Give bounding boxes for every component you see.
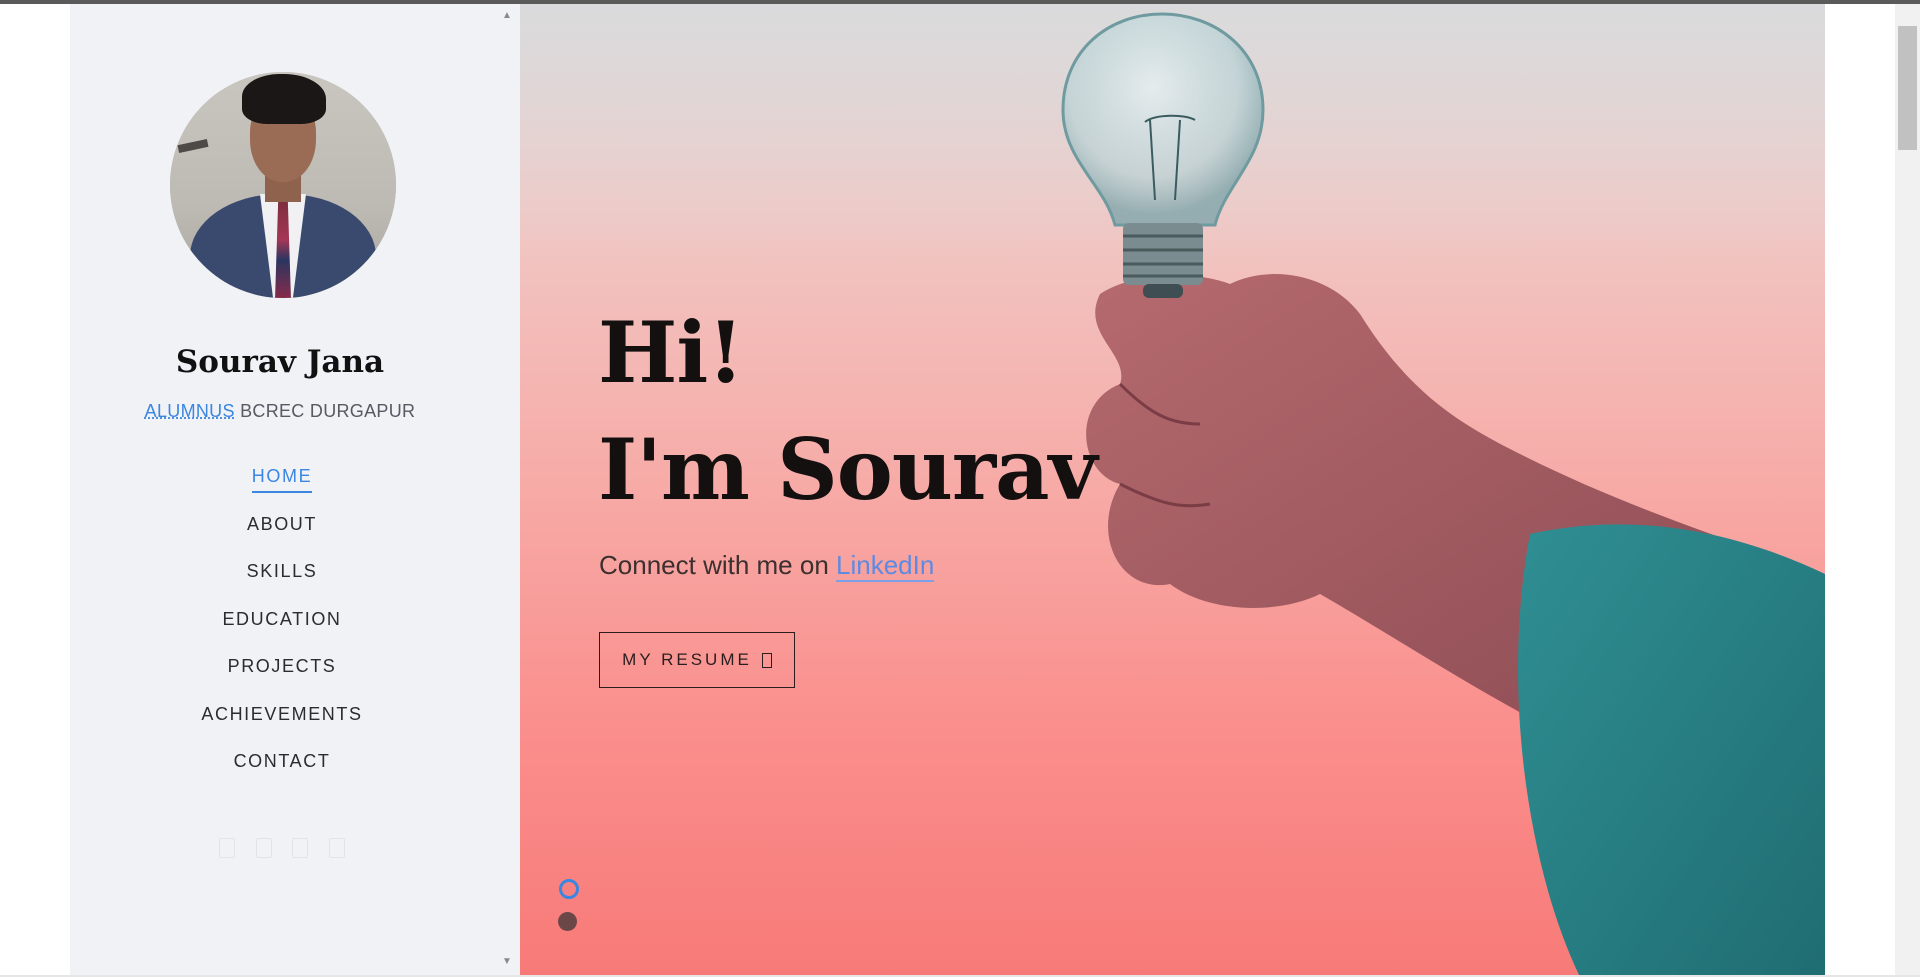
- download-icon: [761, 652, 772, 668]
- nav-item-contact[interactable]: CONTACT: [234, 751, 331, 776]
- hero-banner: Hi! I'm Sourav Connect with me on Linked…: [520, 4, 1825, 977]
- nav-item-home[interactable]: HOME: [251, 466, 313, 493]
- hand-image: [1086, 274, 1825, 977]
- lightbulb-image: [1061, 12, 1265, 298]
- twitter-icon[interactable]: [255, 838, 272, 858]
- nav-item-achievements[interactable]: ACHIEVEMENTS: [201, 704, 362, 729]
- hero-heading: Hi! I'm Sourav: [598, 294, 1097, 528]
- sidebar-scroll-up-arrow[interactable]: ▲: [499, 10, 515, 22]
- linkedin-icon[interactable]: [292, 838, 309, 858]
- subtitle-text: BCREC DURGAPUR: [234, 401, 416, 421]
- connect-text: Connect with me on LinkedIn: [599, 550, 935, 582]
- sidebar: ▲ Sourav Jana ALUMNUS BCREC DURGAPUR HOM…: [70, 4, 520, 977]
- page-scrollbar-thumb[interactable]: [1898, 26, 1917, 150]
- connect-prefix: Connect with me on: [599, 550, 837, 580]
- hero-greeting: Hi!: [598, 303, 744, 402]
- slide-indicator-1[interactable]: [559, 879, 579, 899]
- main-nav: HOME ABOUT SKILLS EDUCATION PROJECTS ACH…: [70, 466, 494, 799]
- profile-subtitle: ALUMNUS BCREC DURGAPUR: [70, 401, 490, 422]
- linkedin-link[interactable]: LinkedIn: [836, 550, 935, 582]
- facebook-icon[interactable]: [219, 838, 236, 858]
- nav-item-skills[interactable]: SKILLS: [247, 561, 318, 586]
- nav-item-about[interactable]: ABOUT: [247, 514, 317, 539]
- social-links: [70, 838, 494, 863]
- nav-item-projects[interactable]: PROJECTS: [228, 656, 337, 681]
- slide-indicator-2[interactable]: [558, 912, 577, 931]
- resume-button[interactable]: MY RESUME: [599, 632, 795, 688]
- nav-item-education[interactable]: EDUCATION: [222, 609, 341, 634]
- sidebar-scroll-down-arrow[interactable]: ▼: [499, 956, 515, 968]
- hero-name: I'm Sourav: [598, 420, 1097, 519]
- profile-name: Sourav Jana: [175, 344, 385, 380]
- subtitle-abbr: ALUMNUS: [144, 401, 235, 421]
- page-scrollbar[interactable]: [1895, 4, 1920, 977]
- resume-button-label: MY RESUME: [622, 650, 752, 669]
- avatar: [170, 72, 396, 298]
- github-icon[interactable]: [328, 838, 345, 858]
